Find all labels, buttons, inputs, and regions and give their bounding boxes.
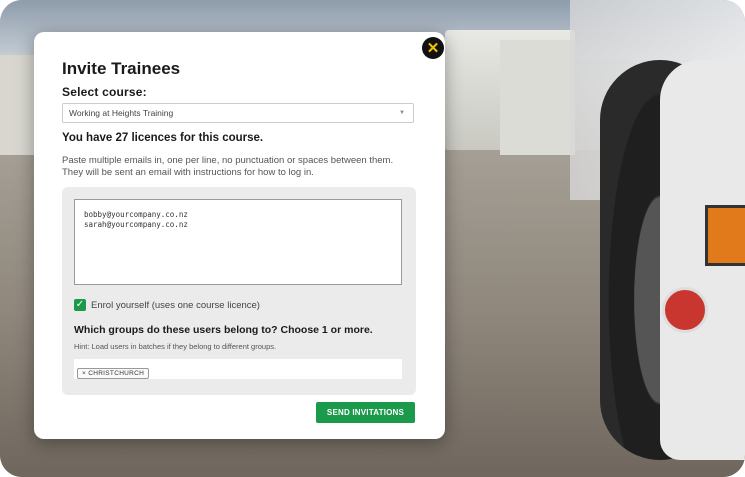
- close-icon[interactable]: ✕: [422, 37, 444, 59]
- select-course-label: Select course:: [62, 85, 147, 99]
- emails-textarea[interactable]: bobby@yourcompany.co.nz sarah@yourcompan…: [74, 199, 402, 285]
- background-reflector: [662, 287, 708, 333]
- send-invitations-button[interactable]: SEND INVITATIONS: [316, 402, 415, 423]
- background-indicator-light: [705, 205, 745, 266]
- enrol-yourself-label: Enrol yourself (uses one course licence): [91, 299, 260, 311]
- invite-form-panel: bobby@yourcompany.co.nz sarah@yourcompan…: [62, 187, 416, 395]
- course-select-value: Working at Heights Training: [69, 108, 174, 118]
- enrol-yourself-checkbox[interactable]: ✓: [74, 299, 86, 311]
- paste-emails-help-text: Paste multiple emails in, one per line, …: [62, 155, 394, 178]
- groups-tag-input[interactable]: × CHRISTCHURCH: [74, 359, 402, 379]
- groups-hint: Hint: Load users in batches if they belo…: [74, 342, 277, 351]
- background-truck-cab: [500, 40, 575, 155]
- course-select[interactable]: Working at Heights Training ▼: [62, 103, 414, 123]
- invite-trainees-modal: Invite Trainees Select course: Working a…: [34, 32, 445, 439]
- group-tag-christchurch[interactable]: × CHRISTCHURCH: [77, 368, 150, 379]
- modal-title: Invite Trainees: [62, 59, 181, 78]
- licences-count-text: You have 27 licences for this course.: [62, 132, 264, 144]
- enrol-yourself-row[interactable]: ✓ Enrol yourself (uses one course licenc…: [74, 299, 260, 311]
- groups-question: Which groups do these users belong to? C…: [74, 324, 373, 336]
- chevron-down-icon: ▼: [399, 110, 405, 116]
